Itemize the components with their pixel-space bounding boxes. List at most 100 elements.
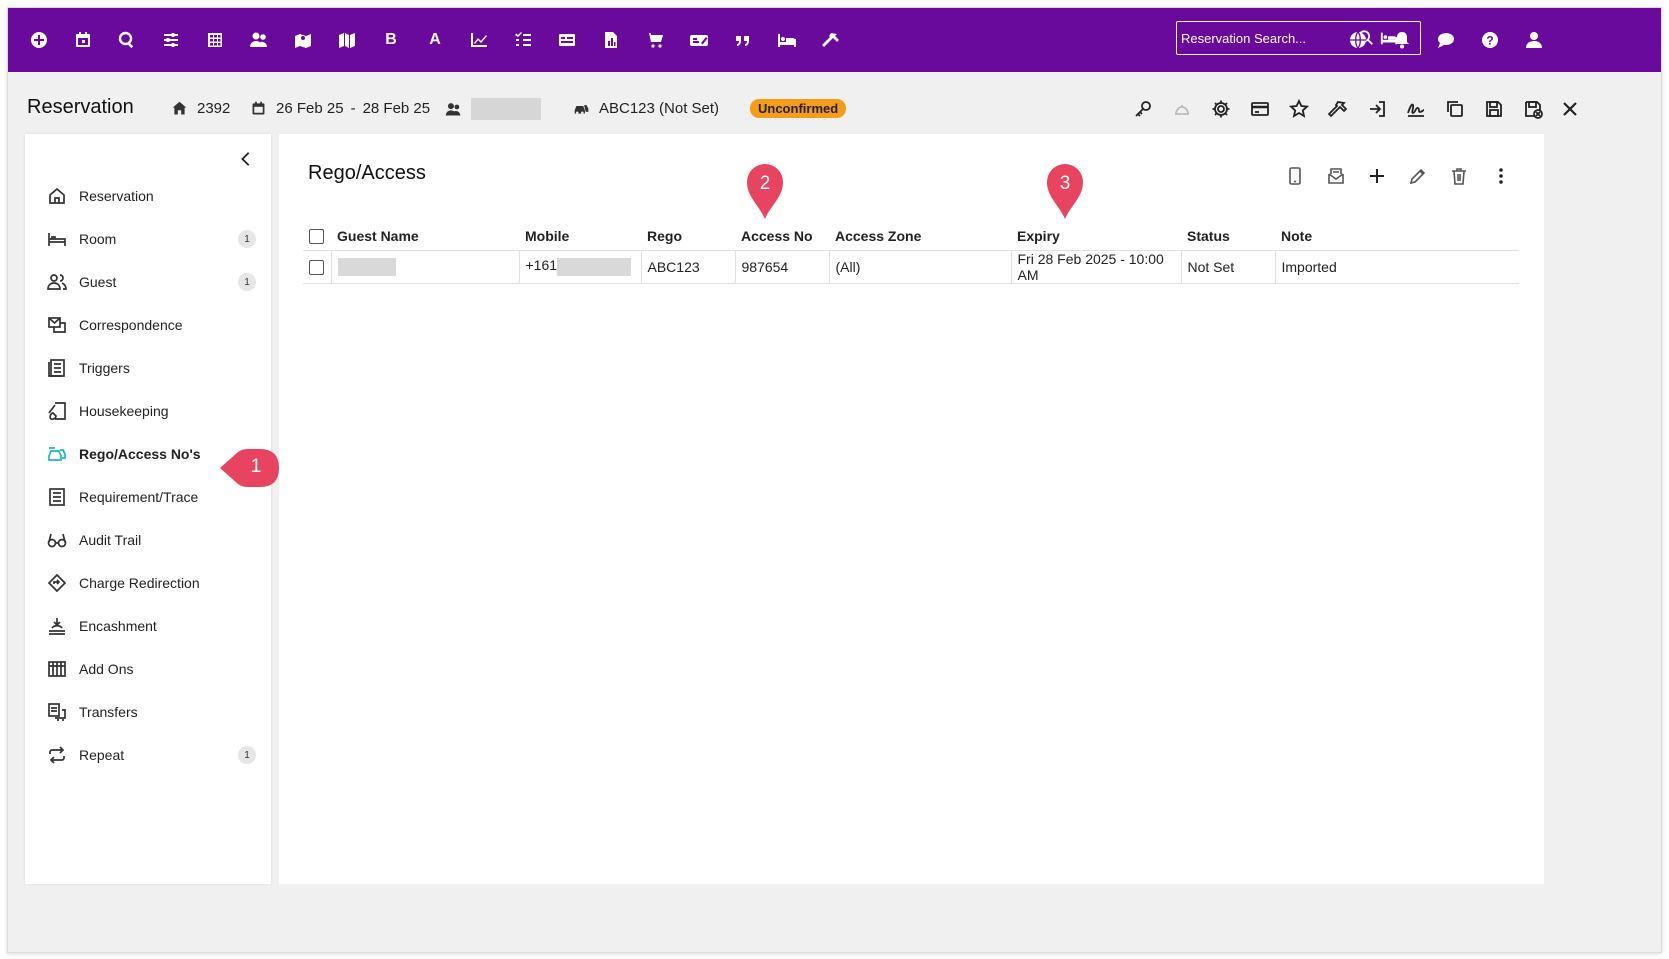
app-window: B A ? Reservation 2392 26 Feb 25: [7, 7, 1662, 953]
column-header-expiry[interactable]: Expiry: [1011, 222, 1181, 251]
card-icon[interactable]: [553, 26, 581, 54]
add-icon[interactable]: [1365, 164, 1389, 188]
sidebar-item-housekeeping[interactable]: Housekeeping: [25, 393, 271, 429]
mobile-icon[interactable]: [1283, 164, 1307, 188]
chart-line-icon[interactable]: [465, 26, 493, 54]
calendar-icon[interactable]: [69, 26, 97, 54]
stay-dates[interactable]: 26 Feb 25 - 28 Feb 25: [250, 100, 430, 117]
addons-icon: [47, 659, 67, 679]
column-header-access-no[interactable]: Access No: [735, 222, 829, 251]
sidebar-item-label: Triggers: [79, 360, 130, 376]
triggers-icon: [47, 358, 67, 378]
sidebar-item-transfers[interactable]: Transfers: [25, 694, 271, 730]
column-header-mobile[interactable]: Mobile: [519, 222, 641, 251]
sidebar-item-room[interactable]: Room 1: [25, 221, 271, 257]
row-select-cell: [303, 250, 331, 284]
sidebar-item-repeat[interactable]: Repeat 1: [25, 737, 271, 773]
column-header-access-zone[interactable]: Access Zone: [829, 222, 1011, 251]
checklist-icon[interactable]: [509, 26, 537, 54]
date-to: 28 Feb 25: [362, 100, 431, 117]
column-header-rego[interactable]: Rego: [641, 222, 735, 251]
letter-a-icon[interactable]: A: [421, 26, 449, 54]
help-icon[interactable]: ?: [1476, 26, 1504, 54]
save-icon[interactable]: [1482, 97, 1506, 121]
panel-title: Rego/Access: [308, 162, 426, 184]
callout-number: 1: [250, 456, 262, 477]
quote-icon[interactable]: [729, 26, 757, 54]
edit-icon[interactable]: [1406, 164, 1430, 188]
plus-circle-icon[interactable]: [25, 26, 53, 54]
close-icon[interactable]: [1558, 97, 1582, 121]
sidebar-item-label: Charge Redirection: [79, 575, 200, 591]
sidebar-item-charge-redirection[interactable]: Charge Redirection: [25, 565, 271, 601]
sidebar-item-label: Requirement/Trace: [79, 489, 199, 505]
more-icon[interactable]: [1489, 164, 1513, 188]
select-all-checkbox[interactable]: [309, 229, 324, 245]
home-icon: [172, 101, 187, 115]
correspondence-icon: [47, 315, 67, 335]
sidebar-item-label: Room: [79, 231, 117, 247]
guest-name-cell: [330, 250, 519, 284]
bell-icon[interactable]: [1388, 26, 1416, 54]
redirect-icon: [47, 573, 67, 593]
sidebar-item-encashment[interactable]: Encashment: [25, 608, 271, 644]
status-cell: Not Set: [1180, 250, 1275, 284]
access-zone-cell: (All): [828, 250, 1011, 284]
reservation-search-input[interactable]: [1179, 24, 1359, 52]
sidebar-item-audit-trail[interactable]: Audit Trail: [25, 522, 271, 558]
glasses-icon: [47, 530, 67, 550]
search-icon[interactable]: [113, 26, 141, 54]
report-icon[interactable]: [597, 26, 625, 54]
top-nav-bar: B A ?: [8, 8, 1661, 72]
hammer-icon[interactable]: [1326, 97, 1350, 121]
page-title: Reservation: [27, 96, 134, 118]
row-checkbox[interactable]: [309, 259, 324, 275]
sidebar-item-guest[interactable]: Guest 1: [25, 264, 271, 300]
map-pin-icon[interactable]: [289, 26, 317, 54]
sidebar-item-reservation[interactable]: Reservation: [25, 178, 271, 214]
star-icon[interactable]: [1287, 97, 1311, 121]
sidebar-item-label: Rego/Access No's: [79, 446, 201, 462]
svg-text:?: ?: [1486, 34, 1493, 48]
globe-icon[interactable]: [1344, 26, 1372, 54]
bed-icon[interactable]: [773, 26, 801, 54]
guest-name-redacted: [337, 257, 396, 276]
callout-number: 3: [1059, 173, 1071, 194]
hammer-icon[interactable]: [817, 26, 845, 54]
sidebar-item-label: Housekeeping: [79, 403, 169, 419]
sidebar-item-label: Correspondence: [79, 317, 183, 333]
map-icon[interactable]: [333, 26, 361, 54]
signature-icon[interactable]: [1404, 97, 1428, 121]
users-icon[interactable]: [245, 26, 273, 54]
column-header-note[interactable]: Note: [1275, 222, 1519, 251]
sidebar-item-correspondence[interactable]: Correspondence: [25, 307, 271, 343]
bell-service-icon[interactable]: [1170, 97, 1194, 121]
credit-card-icon[interactable]: [1248, 97, 1272, 121]
sidebar: Reservation Room 1 Guest 1 Correspondenc…: [25, 134, 271, 884]
collapse-sidebar-icon[interactable]: [237, 150, 257, 170]
grid-icon[interactable]: [201, 26, 229, 54]
user-icon[interactable]: [1520, 26, 1548, 54]
table-row[interactable]: +161 ABC123 987654 (All) Fri 28 Feb 2025…: [303, 250, 1519, 284]
mobile-redacted: [557, 257, 632, 276]
copy-icon[interactable]: [1443, 97, 1467, 121]
sidebar-item-label: Encashment: [79, 618, 157, 634]
sliders-icon[interactable]: [157, 26, 185, 54]
cart-icon[interactable]: [641, 26, 669, 54]
check-in-icon[interactable]: [1365, 97, 1389, 121]
sidebar-item-label: Reservation: [79, 188, 154, 204]
repeat-icon: [47, 745, 67, 765]
sidebar-item-add-ons[interactable]: Add Ons: [25, 651, 271, 687]
delete-icon[interactable]: [1447, 164, 1471, 188]
encashment-icon: [47, 616, 67, 636]
bold-b-icon[interactable]: B: [377, 26, 405, 54]
gear-icon[interactable]: [1209, 97, 1233, 121]
key-icon[interactable]: [1131, 97, 1155, 121]
chat-icon[interactable]: [1432, 26, 1460, 54]
email-icon[interactable]: [1324, 164, 1348, 188]
save-close-icon[interactable]: [1521, 97, 1545, 121]
column-header-guest-name[interactable]: Guest Name: [331, 222, 519, 251]
ticket-icon[interactable]: [685, 26, 713, 54]
sidebar-item-triggers[interactable]: Triggers: [25, 350, 271, 386]
column-header-status[interactable]: Status: [1181, 222, 1275, 251]
